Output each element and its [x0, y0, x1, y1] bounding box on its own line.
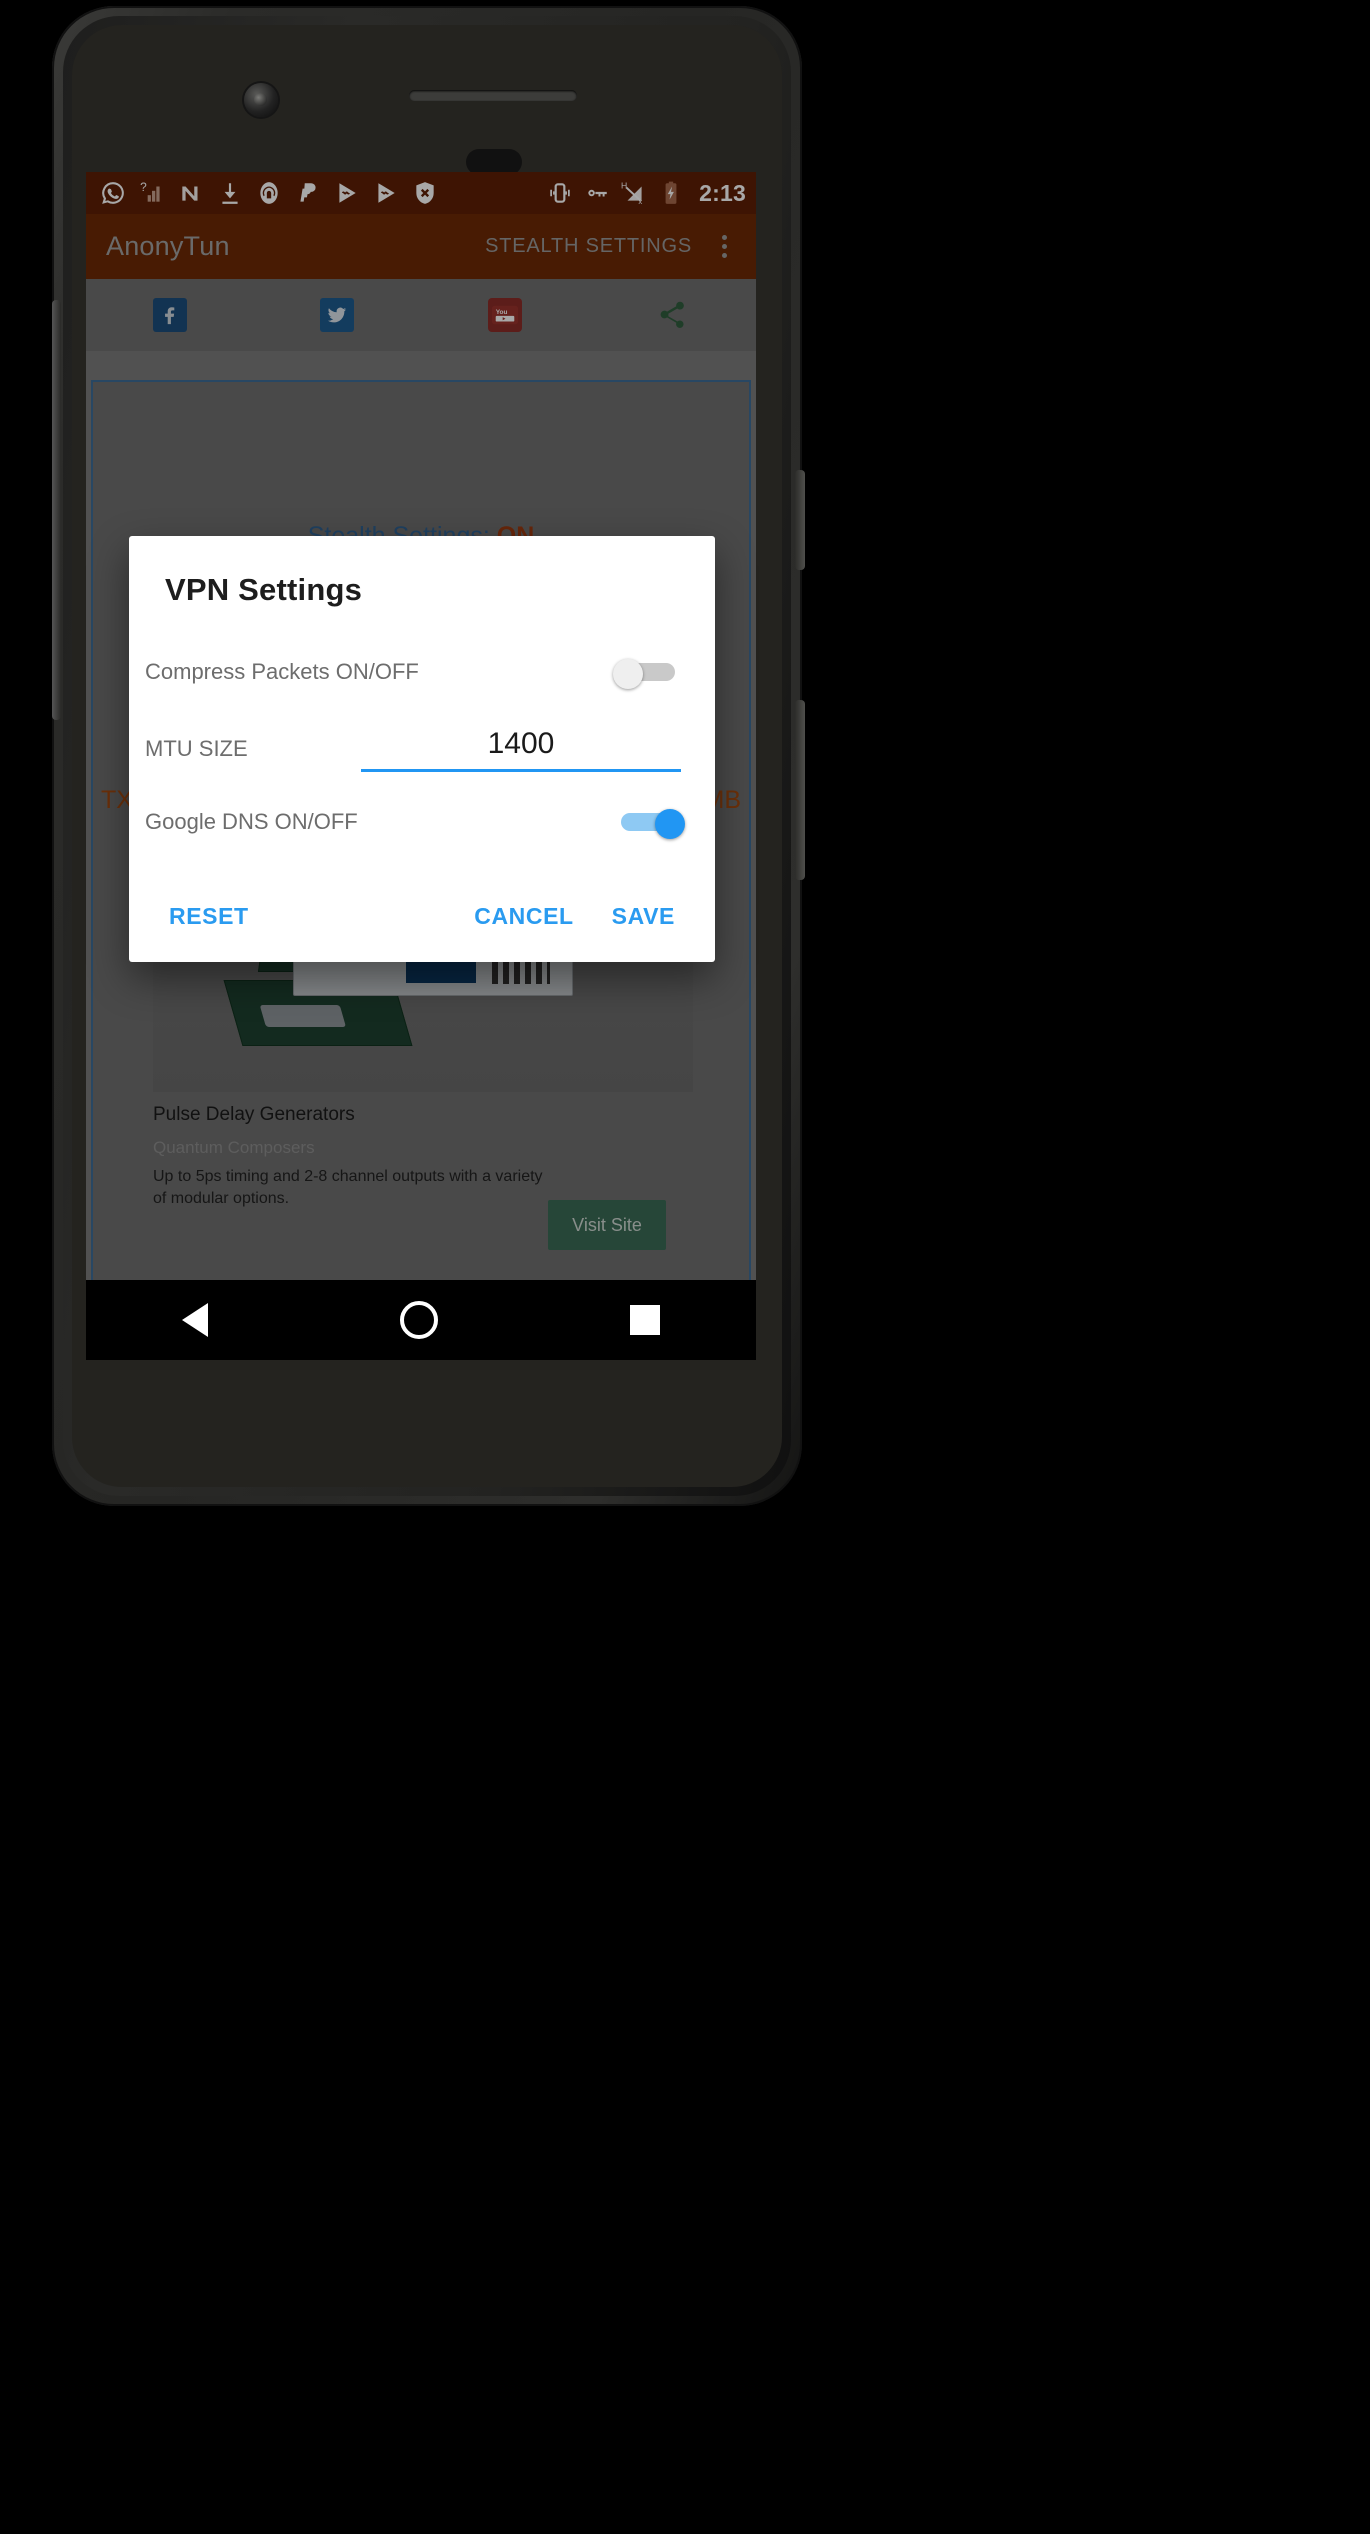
mtu-size-label: MTU SIZE: [145, 735, 248, 761]
front-camera: [244, 83, 278, 117]
cancel-button[interactable]: CANCEL: [460, 893, 587, 940]
compress-packets-label: Compress Packets ON/OFF: [145, 658, 419, 684]
phone-left-edge: [52, 300, 61, 720]
compress-packets-toggle[interactable]: [613, 659, 681, 689]
dialog-actions: RESET CANCEL SAVE: [129, 893, 715, 940]
row-mtu-size: MTU SIZE 1400: [145, 718, 699, 780]
reset-button[interactable]: RESET: [155, 893, 263, 940]
back-triangle-icon[interactable]: [182, 1303, 208, 1337]
power-button[interactable]: [795, 700, 805, 880]
recents-square-icon[interactable]: [630, 1305, 660, 1335]
save-button[interactable]: SAVE: [598, 893, 689, 940]
google-dns-toggle[interactable]: [615, 809, 685, 839]
vpn-settings-dialog: VPN Settings Compress Packets ON/OFF MTU…: [129, 536, 715, 962]
earpiece-speaker: [409, 90, 577, 101]
mtu-size-input[interactable]: 1400: [361, 727, 681, 772]
screenshot-root: ? H x 2:13 AnonyTun STEALTH SETTINGS You…: [0, 0, 1370, 2534]
google-dns-label: Google DNS ON/OFF: [145, 808, 358, 834]
dialog-title: VPN Settings: [165, 572, 363, 607]
toggle-thumb: [613, 659, 643, 689]
navigation-bar: [86, 1280, 756, 1360]
row-compress-packets: Compress Packets ON/OFF: [145, 636, 699, 708]
toggle-thumb: [655, 809, 685, 839]
home-circle-icon[interactable]: [400, 1301, 438, 1339]
row-google-dns: Google DNS ON/OFF: [145, 794, 699, 850]
volume-button[interactable]: [795, 470, 805, 570]
